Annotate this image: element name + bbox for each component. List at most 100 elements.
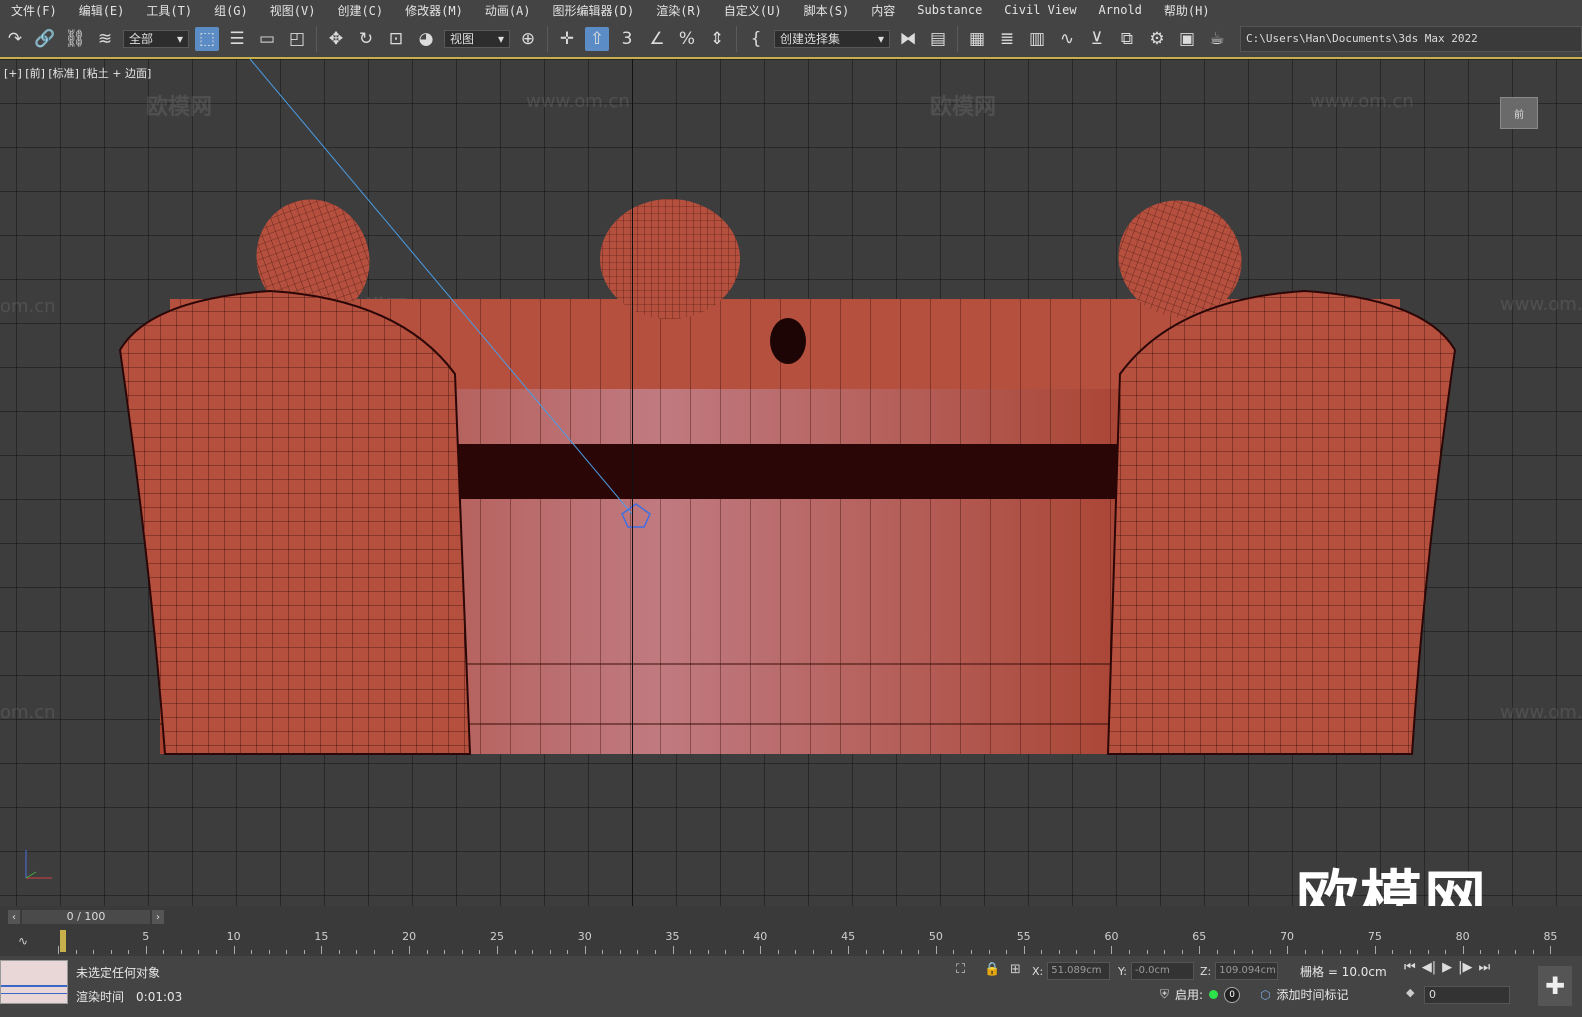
- frame-spinner-icon[interactable]: ◆: [1406, 986, 1414, 999]
- timeline-tick-label: 30: [577, 930, 592, 943]
- named-selection-dropdown[interactable]: 创建选择集 ▾: [774, 29, 890, 48]
- project-path-field[interactable]: C:\Users\Han\Documents\3ds Max 2022: [1240, 25, 1582, 52]
- lock-icon[interactable]: 🔒: [984, 962, 1000, 977]
- timeline-tick: [268, 950, 270, 954]
- schematic-view-icon[interactable]: ⊻: [1085, 27, 1109, 51]
- timeline-tick: [1339, 950, 1341, 954]
- curve-editor-icon[interactable]: ∿: [1055, 27, 1079, 51]
- timeline-tick: [1111, 946, 1113, 954]
- timeline-tick: [725, 950, 727, 954]
- render-setup-icon[interactable]: ⚙: [1145, 27, 1169, 51]
- x-field[interactable]: 51.089cm: [1047, 962, 1111, 980]
- link-icon[interactable]: 🔗: [33, 27, 57, 51]
- front-viewport[interactable]: 欧模网 www.om.cn 欧模网 www.om.cn om.cn 欧模网 ww…: [0, 59, 1582, 906]
- timeline-tick: [444, 950, 446, 954]
- maxscript-listener[interactable]: [0, 960, 68, 1004]
- timeline-tick: [1146, 950, 1148, 954]
- add-button-icon[interactable]: ✚: [1538, 966, 1572, 1006]
- menu-item[interactable]: 工具(T): [135, 2, 203, 19]
- y-coordinate: Y: -0.0cm: [1118, 962, 1194, 980]
- go-to-end-icon[interactable]: ⏭: [1478, 960, 1490, 975]
- rotate-icon[interactable]: ↻: [354, 27, 378, 51]
- menu-item[interactable]: 修改器(M): [394, 2, 474, 19]
- menu-item[interactable]: 自定义(U): [713, 2, 793, 19]
- place-icon[interactable]: ◕: [414, 27, 438, 51]
- ribbon-icon[interactable]: ▥: [1025, 27, 1049, 51]
- percent-snap-icon[interactable]: %: [675, 27, 699, 51]
- edit-named-selection-icon[interactable]: {: [744, 27, 768, 51]
- viewcube[interactable]: 前: [1500, 97, 1538, 129]
- menu-item[interactable]: 帮助(H): [1153, 2, 1221, 19]
- menu-item[interactable]: 图形编辑器(D): [542, 2, 646, 19]
- viewport-label[interactable]: [+] [前] [标准] [粘土 + 边面]: [4, 65, 151, 81]
- prev-frame-icon[interactable]: ‹: [8, 910, 20, 924]
- menu-item[interactable]: 组(G): [203, 2, 259, 19]
- mirror-icon[interactable]: ⧓: [896, 27, 920, 51]
- isolate-icon[interactable]: ⛶: [956, 962, 965, 977]
- timeline-ruler[interactable]: 5 10 15 20 25 30 35 40 45 50 55 60 65 70 75 80 85: [58, 928, 1568, 956]
- menu-item[interactable]: 编辑(E): [68, 2, 136, 19]
- timeline-tick-label: 40: [753, 930, 768, 943]
- timeline-tick: [1515, 950, 1517, 954]
- redo-icon[interactable]: ↷: [3, 27, 27, 51]
- timeline-tick: [883, 950, 885, 954]
- select-object-icon[interactable]: ⬚: [195, 26, 219, 51]
- selection-filter-dropdown[interactable]: 全部 ▾: [123, 29, 189, 48]
- time-slider[interactable]: ‹ 0 / 100 ›: [0, 906, 1582, 928]
- timeline-tick: [1427, 950, 1429, 954]
- curve-editor-toggle-icon[interactable]: ∿: [18, 934, 28, 948]
- go-to-start-icon[interactable]: ⏮: [1404, 960, 1416, 975]
- timeline-tick: [549, 950, 551, 954]
- timeline-tick: [1304, 950, 1306, 954]
- menu-item[interactable]: 内容: [860, 2, 906, 19]
- x-label: X:: [1032, 964, 1044, 978]
- move-icon[interactable]: ✥: [324, 27, 348, 51]
- menu-item[interactable]: 文件(F): [0, 2, 68, 19]
- window-crossing-icon[interactable]: ◰: [285, 27, 309, 51]
- snap-toggle-icon[interactable]: 3: [615, 27, 639, 51]
- menu-item[interactable]: 创建(C): [326, 2, 394, 19]
- z-field[interactable]: 109.094cm: [1215, 962, 1279, 980]
- rect-selection-icon[interactable]: ▭: [255, 27, 279, 51]
- absolute-mode-icon[interactable]: ⊞: [1010, 962, 1021, 977]
- scale-icon[interactable]: ⊡: [384, 27, 408, 51]
- timeline-tick: [760, 946, 762, 954]
- next-frame-button-icon[interactable]: |▶: [1458, 960, 1472, 975]
- layer-explorer-icon[interactable]: ≣: [995, 27, 1019, 51]
- previous-frame-icon[interactable]: ◀|: [1422, 960, 1436, 975]
- menu-item[interactable]: 脚本(S): [793, 2, 861, 19]
- scene-explorer-icon[interactable]: ▦: [965, 27, 989, 51]
- menu-item[interactable]: 渲染(R): [645, 2, 713, 19]
- ref-coord-dropdown[interactable]: 视图 ▾: [444, 29, 510, 48]
- play-icon[interactable]: ▶: [1442, 960, 1452, 975]
- unlink-icon[interactable]: ⛓: [63, 27, 87, 51]
- select-manipulate-icon[interactable]: ✛: [555, 27, 579, 51]
- frame-display[interactable]: 0 / 100: [22, 910, 150, 924]
- pivot-center-icon[interactable]: ⊕: [516, 27, 540, 51]
- current-frame-field[interactable]: 0: [1424, 986, 1510, 1004]
- track-bar[interactable]: ∿ 5 10 15 20 25 30 35 40 45 50 55 60 65 70 75 80 85: [0, 928, 1582, 956]
- menu-item[interactable]: 动画(A): [474, 2, 542, 19]
- angle-snap-icon[interactable]: ∠: [645, 27, 669, 51]
- menu-item[interactable]: Civil View: [993, 3, 1087, 17]
- bind-spacewarp-icon[interactable]: ≋: [93, 27, 117, 51]
- render-production-icon[interactable]: ☕: [1205, 27, 1229, 51]
- menu-item[interactable]: Substance: [906, 3, 993, 17]
- menu-item[interactable]: Arnold: [1088, 3, 1153, 17]
- timeline-tick: [303, 950, 305, 954]
- rendered-frame-window-icon[interactable]: ▣: [1175, 27, 1199, 51]
- selection-filter-value: 全部: [129, 32, 154, 46]
- material-editor-icon[interactable]: ⧉: [1115, 27, 1139, 51]
- spinner-snap-icon[interactable]: ⇕: [705, 27, 729, 51]
- menu-item[interactable]: 视图(V): [259, 2, 327, 19]
- next-frame-icon[interactable]: ›: [152, 910, 164, 924]
- align-icon[interactable]: ▤: [926, 27, 950, 51]
- sofa-model[interactable]: [0, 59, 1582, 906]
- playback-controls: ⏮ ◀| ▶ |▶ ⏭: [1404, 960, 1490, 975]
- y-field[interactable]: -0.0cm: [1130, 962, 1194, 980]
- add-time-tag[interactable]: 添加时间标记: [1277, 986, 1349, 1003]
- select-by-name-icon[interactable]: ☰: [225, 27, 249, 51]
- timeline-tick-label: 50: [928, 930, 943, 943]
- keyboard-shortcut-override-icon[interactable]: ⇧: [585, 26, 609, 51]
- cube-icon[interactable]: ⬡: [1260, 988, 1270, 1002]
